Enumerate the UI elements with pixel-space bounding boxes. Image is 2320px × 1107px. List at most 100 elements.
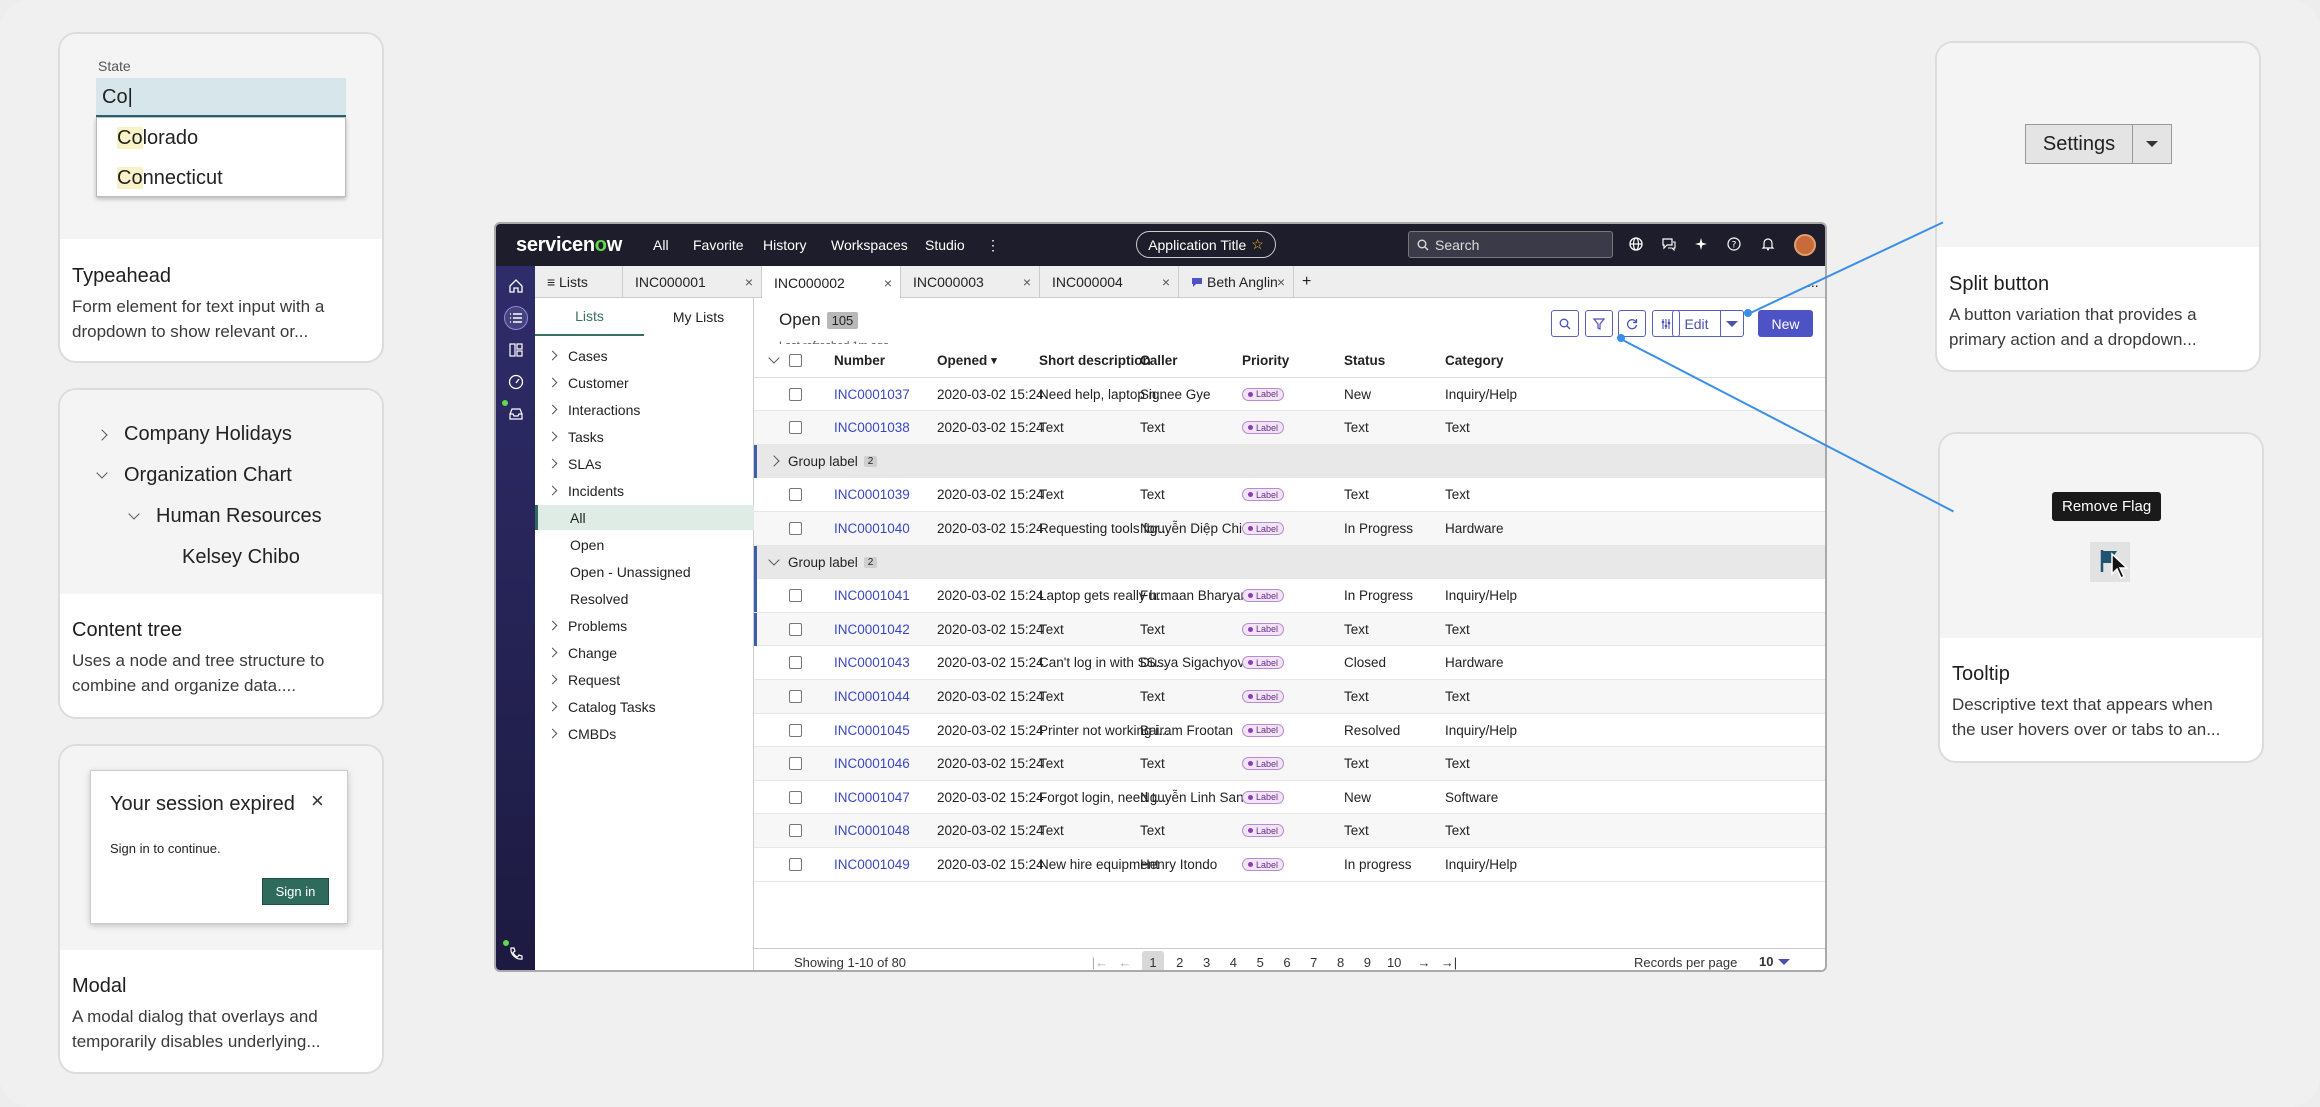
cell-num[interactable]: INC0001044 xyxy=(834,680,910,713)
group-toggle[interactable]: Group label 2 xyxy=(768,445,878,478)
cell-num[interactable]: INC0001047 xyxy=(834,781,910,814)
row-checkbox[interactable] xyxy=(789,723,802,737)
close-tab-icon[interactable]: × xyxy=(884,275,892,291)
tree-node-company-holidays[interactable]: Company Holidays xyxy=(96,423,292,446)
row-checkbox[interactable] xyxy=(789,690,802,703)
column-header-category[interactable]: Category xyxy=(1445,344,1504,377)
table-row[interactable]: INC0001037 2020-03-02 15:24 Need help, lap… xyxy=(754,378,1825,412)
page-3-button[interactable]: 3 xyxy=(1196,951,1218,970)
row-checkbox-cell[interactable] xyxy=(789,680,802,713)
table-row[interactable]: INC0001039 2020-03-02 15:24 Text Text Label T… xyxy=(754,478,1825,512)
tab-lists[interactable]: ≡ Lists xyxy=(535,266,623,298)
close-tab-icon[interactable]: × xyxy=(1277,274,1285,290)
split-dropdown-toggle[interactable] xyxy=(2133,125,2171,163)
close-tab-icon[interactable]: × xyxy=(1162,274,1170,290)
row-checkbox[interactable] xyxy=(789,622,802,636)
table-row[interactable]: INC0001041 2020-03-02 15:24 Laptop gets re… xyxy=(754,579,1825,613)
table-row[interactable]: INC0001038 2020-03-02 15:24 Text Text Label T… xyxy=(754,411,1825,445)
state-input[interactable]: Co| xyxy=(96,78,346,117)
tree-node-organization-chart[interactable]: Organization Chart xyxy=(96,464,292,487)
application-title-pill[interactable]: Application Title ☆ xyxy=(1136,231,1276,258)
row-checkbox-cell[interactable] xyxy=(789,781,802,814)
last-page-button[interactable]: →| xyxy=(1438,951,1460,970)
sidebar-item-open[interactable]: Open xyxy=(535,532,754,557)
incident-number-link[interactable]: INC0001048 xyxy=(834,823,910,838)
cell-num[interactable]: INC0001040 xyxy=(834,512,910,545)
cell-num[interactable]: INC0001038 xyxy=(834,411,910,444)
sidebar-item-change[interactable]: Change xyxy=(535,640,754,665)
globe-icon[interactable] xyxy=(1627,235,1645,253)
chat-icon[interactable] xyxy=(1660,235,1678,253)
sidebar-item-cmbds[interactable]: CMBDs xyxy=(535,721,754,746)
tree-node-human-resources[interactable]: Human Resources xyxy=(128,505,322,528)
cell-num[interactable]: INC0001046 xyxy=(834,747,910,780)
row-checkbox-cell[interactable] xyxy=(789,613,802,646)
row-checkbox[interactable] xyxy=(789,421,802,435)
cell-num[interactable]: INC0001045 xyxy=(834,714,910,747)
page-4-button[interactable]: 4 xyxy=(1222,951,1244,970)
row-checkbox[interactable] xyxy=(789,757,802,771)
sidebar-item-problems[interactable]: Problems xyxy=(535,613,754,638)
close-tab-icon[interactable]: × xyxy=(1023,274,1031,290)
help-icon[interactable]: ? xyxy=(1725,235,1743,253)
tab-beth-anglin[interactable]: Beth Anglin × xyxy=(1179,266,1294,298)
incident-number-link[interactable]: INC0001037 xyxy=(834,387,910,402)
nav-history[interactable]: History xyxy=(763,237,807,253)
sidebar-item-customer[interactable]: Customer xyxy=(535,370,754,395)
expand-all-toggle[interactable] xyxy=(768,344,780,377)
nav-all[interactable]: All xyxy=(653,237,669,253)
table-row[interactable]: INC0001046 2020-03-02 15:24 Text Text Label T… xyxy=(754,747,1825,781)
column-header-number[interactable]: Number xyxy=(834,344,885,377)
tab-my-lists[interactable]: My Lists xyxy=(644,298,753,336)
column-header-opened[interactable]: Opened ▾ xyxy=(937,344,997,377)
row-checkbox-cell[interactable] xyxy=(789,714,802,747)
refresh-button[interactable] xyxy=(1618,310,1646,337)
sidebar-item-resolved[interactable]: Resolved xyxy=(535,586,754,611)
gauge-icon[interactable] xyxy=(504,370,528,394)
page-1-button[interactable]: 1 xyxy=(1142,951,1164,970)
table-row[interactable]: INC0001042 2020-03-02 15:24 Text Text Label T… xyxy=(754,612,1825,647)
table-row[interactable]: INC0001045 2020-03-02 15:24 Printer not wo… xyxy=(754,714,1825,748)
cell-num[interactable]: INC0001039 xyxy=(834,478,910,511)
phone-icon[interactable] xyxy=(503,940,528,966)
inbox-icon[interactable] xyxy=(502,400,528,426)
column-header-caller[interactable]: Caller xyxy=(1140,344,1178,377)
table-row[interactable]: INC0001044 2020-03-02 15:24 Text Text Label T… xyxy=(754,680,1825,714)
page-2-button[interactable]: 2 xyxy=(1169,951,1191,970)
row-checkbox[interactable] xyxy=(789,858,802,871)
nav-studio[interactable]: Studio xyxy=(925,237,965,253)
edit-dropdown-toggle[interactable] xyxy=(1721,311,1743,336)
nav-favorite[interactable]: Favorite xyxy=(693,237,744,253)
table-row[interactable]: INC0001043 2020-03-02 15:24 Can't log in w… xyxy=(754,646,1825,680)
incident-number-link[interactable]: INC0001046 xyxy=(834,756,910,771)
sidebar-item-tasks[interactable]: Tasks xyxy=(535,424,754,449)
global-search[interactable]: Search xyxy=(1408,231,1613,258)
sparkle-icon[interactable] xyxy=(1692,235,1710,253)
incident-number-link[interactable]: INC0001047 xyxy=(834,790,910,805)
nav-workspaces[interactable]: Workspaces xyxy=(831,237,908,253)
close-icon[interactable]: × xyxy=(311,790,324,812)
table-row[interactable]: INC0001040 2020-03-02 15:24 Requesting too… xyxy=(754,512,1825,546)
dashboard-icon[interactable] xyxy=(504,338,528,362)
cell-num[interactable]: INC0001049 xyxy=(834,848,910,881)
tab-lists-side[interactable]: Lists xyxy=(535,298,644,336)
row-checkbox-cell[interactable] xyxy=(789,378,802,411)
table-row[interactable]: INC0001048 2020-03-02 15:24 Text Text Label T… xyxy=(754,814,1825,848)
settings-button[interactable]: Settings xyxy=(2026,125,2133,163)
first-page-button[interactable]: |← xyxy=(1089,951,1111,970)
table-row[interactable]: INC0001049 2020-03-02 15:24 New hire equip… xyxy=(754,848,1825,882)
row-checkbox[interactable] xyxy=(789,387,802,401)
sidebar-item-interactions[interactable]: Interactions xyxy=(535,397,754,422)
close-tab-icon[interactable]: × xyxy=(745,274,753,290)
cell-num[interactable]: INC0001041 xyxy=(834,579,910,612)
row-checkbox[interactable] xyxy=(789,488,802,502)
sidebar-item-catalog-tasks[interactable]: Catalog Tasks xyxy=(535,694,754,719)
row-checkbox[interactable] xyxy=(789,790,802,804)
row-checkbox-cell[interactable] xyxy=(789,411,802,444)
filter-button[interactable] xyxy=(1585,310,1613,337)
incident-number-link[interactable]: INC0001040 xyxy=(834,521,910,536)
new-button[interactable]: New xyxy=(1758,310,1813,337)
cell-num[interactable]: INC0001037 xyxy=(834,378,910,411)
row-checkbox[interactable] xyxy=(789,656,802,670)
row-checkbox-cell[interactable] xyxy=(789,579,802,612)
